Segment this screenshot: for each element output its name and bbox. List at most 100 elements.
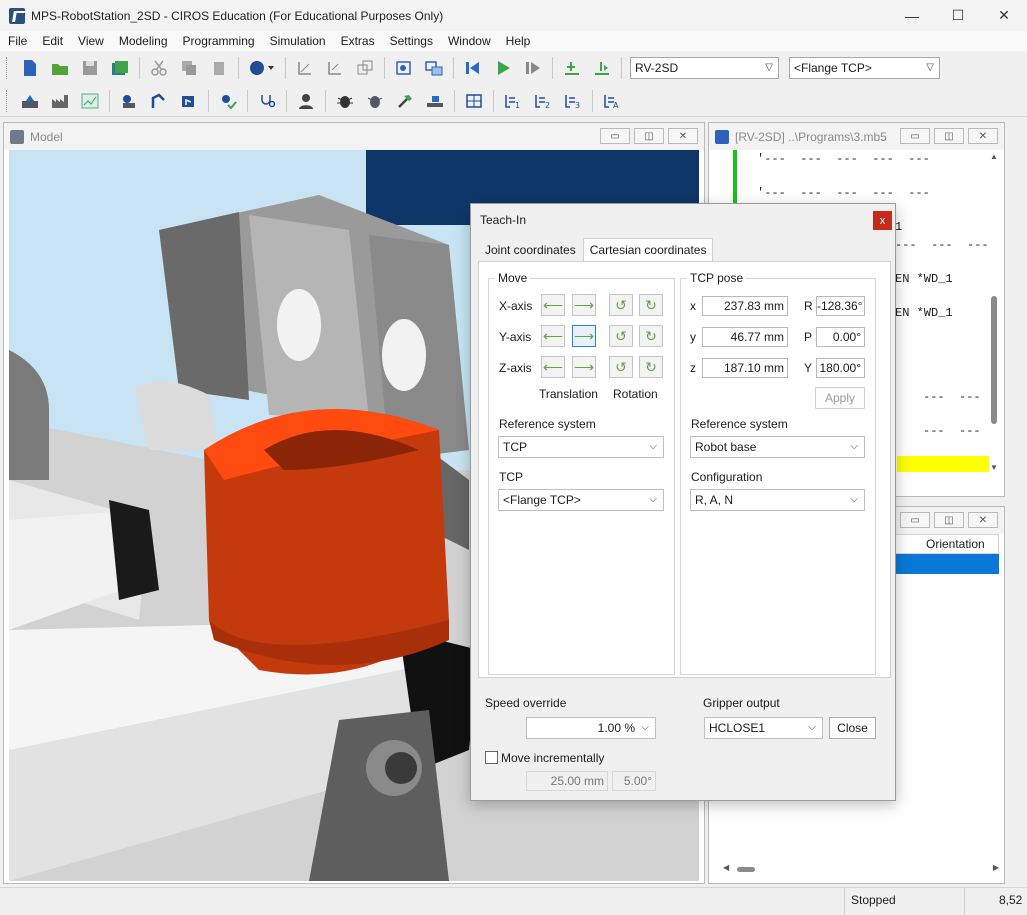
new-file-icon[interactable] xyxy=(19,57,41,79)
menu-simulation[interactable]: Simulation xyxy=(262,34,333,48)
configuration-select[interactable]: R, A, N ⌵ xyxy=(690,489,865,511)
close-child-button[interactable]: ✕ xyxy=(968,512,998,528)
y-rotate-ccw-button[interactable]: ↺ xyxy=(609,325,633,347)
layout-icon[interactable] xyxy=(423,57,445,79)
y-value-field[interactable]: 46.77 mm xyxy=(702,327,788,347)
y-minus-button[interactable]: ⟵ xyxy=(541,325,565,347)
increment-distance-field[interactable]: 25.00 mm xyxy=(526,771,608,791)
paste-icon[interactable] xyxy=(208,57,230,79)
x-value-field[interactable]: 237.83 mm xyxy=(702,296,788,316)
bug-icon[interactable] xyxy=(364,90,386,112)
scrollbar-thumb[interactable] xyxy=(991,296,997,424)
robot-move-icon[interactable] xyxy=(178,90,200,112)
minimize-child-button[interactable]: ▭ xyxy=(600,128,630,144)
axis-edit-icon[interactable] xyxy=(324,57,346,79)
z-rotate-cw-button[interactable]: ↻ xyxy=(639,356,663,378)
gripper-output-select[interactable]: HCLOSE1 ⌵ xyxy=(704,717,823,739)
restore-child-button[interactable]: ◫ xyxy=(934,128,964,144)
cut-icon[interactable] xyxy=(148,57,170,79)
move-point-icon[interactable] xyxy=(591,57,613,79)
minimize-child-button[interactable]: ▭ xyxy=(900,512,930,528)
apply-button[interactable]: Apply xyxy=(815,387,865,409)
column-header-orientation[interactable]: Orientation xyxy=(895,534,999,554)
copy-frame-icon[interactable] xyxy=(354,57,376,79)
frame-settings-icon[interactable] xyxy=(393,57,415,79)
menu-programming[interactable]: Programming xyxy=(175,34,262,48)
z-minus-button[interactable]: ⟵ xyxy=(541,356,565,378)
toolbar-grip[interactable] xyxy=(6,89,9,112)
toolbar-grip[interactable] xyxy=(6,57,9,79)
diagnostics-icon[interactable] xyxy=(256,90,278,112)
tab-cartesian-coordinates[interactable]: Cartesian coordinates xyxy=(582,238,714,261)
menu-edit[interactable]: Edit xyxy=(34,34,70,48)
stack-3-icon[interactable]: 3 xyxy=(562,90,584,112)
selected-row[interactable] xyxy=(895,554,999,574)
stack-2-icon[interactable]: 2 xyxy=(532,90,554,112)
tcp-select[interactable]: <Flange TCP> ▽ xyxy=(789,57,940,79)
speed-override-select[interactable]: 1.00 % ⌵ xyxy=(526,717,656,739)
save-icon[interactable] xyxy=(79,57,101,79)
teach-robot-icon[interactable] xyxy=(118,90,140,112)
sphere-view-icon[interactable] xyxy=(247,57,277,79)
conveyor-icon[interactable] xyxy=(424,90,446,112)
chart-icon[interactable] xyxy=(79,90,101,112)
stack-a-icon[interactable]: A xyxy=(601,90,623,112)
move-reference-select[interactable]: TCP ⌵ xyxy=(498,436,664,458)
robot-library-icon[interactable] xyxy=(19,90,41,112)
menu-extras[interactable]: Extras xyxy=(333,34,382,48)
stack-1-icon[interactable]: 1 xyxy=(502,90,524,112)
horizontal-scrollbar[interactable]: ◀ ▶ xyxy=(723,863,999,875)
minimize-button[interactable]: — xyxy=(889,0,935,31)
reset-icon[interactable] xyxy=(462,57,484,79)
r-value-field[interactable]: -128.36° xyxy=(816,296,865,316)
z-rotate-ccw-button[interactable]: ↺ xyxy=(609,356,633,378)
dialog-close-btn[interactable]: Close xyxy=(829,717,876,739)
restore-child-button[interactable]: ◫ xyxy=(934,512,964,528)
x-minus-button[interactable]: ⟵ xyxy=(541,294,565,316)
tcp-select-dialog[interactable]: <Flange TCP> ⌵ xyxy=(498,489,664,511)
menu-help[interactable]: Help xyxy=(498,34,538,48)
dialog-close-button[interactable]: x xyxy=(873,211,892,230)
step-icon[interactable] xyxy=(522,57,544,79)
menu-file[interactable]: File xyxy=(0,34,34,48)
menu-window[interactable]: Window xyxy=(440,34,498,48)
program-scrollbar[interactable]: ▲ ▼ xyxy=(988,152,1000,472)
copy-icon[interactable] xyxy=(178,57,200,79)
grid-frame-icon[interactable] xyxy=(463,90,485,112)
save-all-icon[interactable] xyxy=(109,57,131,79)
close-child-button[interactable]: ✕ xyxy=(668,128,698,144)
axis-view-icon[interactable] xyxy=(294,57,316,79)
robot-check-icon[interactable] xyxy=(217,90,239,112)
x-rotate-cw-button[interactable]: ↻ xyxy=(639,294,663,316)
x-rotate-ccw-button[interactable]: ↺ xyxy=(609,294,633,316)
program-window-titlebar[interactable]: [RV-2SD] ..\Programs\3.mb5 ▭ ◫ ✕ xyxy=(709,123,1004,150)
menu-view[interactable]: View xyxy=(70,34,111,48)
operator-icon[interactable] xyxy=(295,90,317,112)
factory-icon[interactable] xyxy=(49,90,71,112)
increment-angle-field[interactable]: 5.00° xyxy=(612,771,656,791)
close-child-button[interactable]: ✕ xyxy=(968,128,998,144)
move-incrementally-checkbox[interactable] xyxy=(485,751,498,764)
x-plus-button[interactable]: ⟶ xyxy=(572,294,596,316)
minimize-child-button[interactable]: ▭ xyxy=(900,128,930,144)
robot-select[interactable]: RV-2SD ▽ xyxy=(630,57,779,79)
play-icon[interactable] xyxy=(492,57,514,79)
debug-icon[interactable] xyxy=(334,90,356,112)
yaw-value-field[interactable]: 180.00° xyxy=(816,358,865,378)
maximize-button[interactable]: ☐ xyxy=(935,0,981,31)
hammer-icon[interactable] xyxy=(394,90,416,112)
pose-reference-select[interactable]: Robot base ⌵ xyxy=(690,436,865,458)
scrollbar-thumb[interactable] xyxy=(737,867,755,872)
y-plus-button[interactable]: ⟶ xyxy=(572,325,596,347)
menu-settings[interactable]: Settings xyxy=(382,34,440,48)
z-plus-button[interactable]: ⟶ xyxy=(572,356,596,378)
model-window-titlebar[interactable]: Model ▭ ◫ ✕ xyxy=(4,123,704,150)
restore-child-button[interactable]: ◫ xyxy=(634,128,664,144)
robot-arm-icon[interactable] xyxy=(148,90,170,112)
close-window-button[interactable]: ✕ xyxy=(981,0,1027,31)
open-folder-icon[interactable] xyxy=(49,57,71,79)
y-rotate-cw-button[interactable]: ↻ xyxy=(639,325,663,347)
tab-joint-coordinates[interactable]: Joint coordinates xyxy=(478,238,583,261)
z-value-field[interactable]: 187.10 mm xyxy=(702,358,788,378)
add-point-icon[interactable] xyxy=(561,57,583,79)
